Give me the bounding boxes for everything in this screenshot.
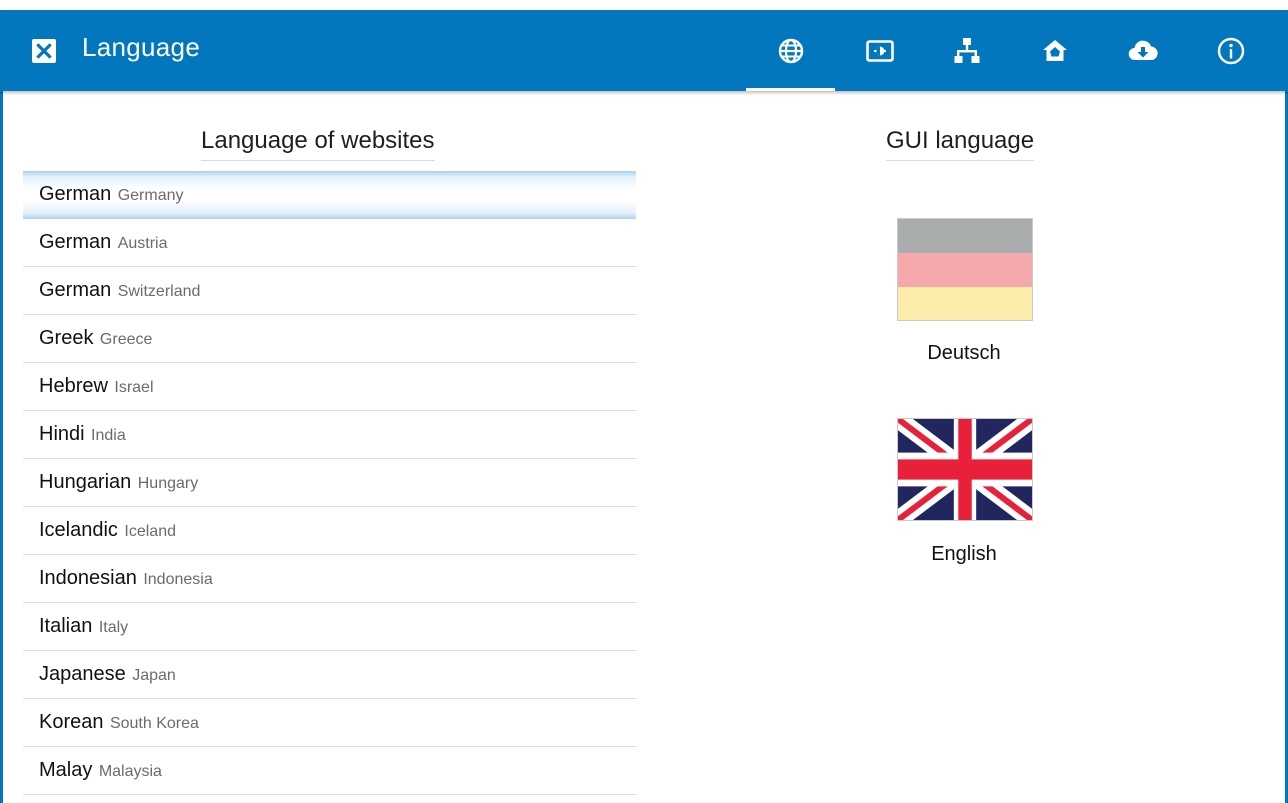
language-list-item[interactable]: Indonesian Indonesia	[23, 555, 636, 603]
language-list-item[interactable]: Italian Italy	[23, 603, 636, 651]
gui-language-heading: GUI language	[886, 127, 1035, 161]
gui-option-english[interactable]	[897, 418, 1033, 521]
language-list-item[interactable]: German Switzerland	[23, 267, 636, 315]
cloud-download-icon[interactable]	[1126, 34, 1160, 68]
language-region: Israel	[114, 379, 154, 396]
language-list-item[interactable]: Hebrew Israel	[23, 363, 636, 411]
language-name: Italian	[39, 615, 93, 637]
uk-flag	[897, 418, 1033, 521]
language-region: Austria	[117, 235, 168, 252]
active-tab-indicator	[746, 88, 835, 91]
language-list-item[interactable]: Korean South Korea	[23, 699, 636, 747]
home-icon[interactable]	[1038, 34, 1072, 68]
language-name: German	[39, 279, 112, 301]
language-list-item[interactable]: Malay Malaysia	[23, 747, 636, 795]
language-name: Japanese	[39, 663, 126, 685]
language-region: Iceland	[124, 523, 176, 540]
language-list-item[interactable]: German Germany	[23, 171, 636, 219]
window-title: Language	[82, 32, 201, 62]
language-region: Greece	[99, 331, 153, 348]
language-name: Korean	[39, 711, 104, 733]
globe-icon[interactable]	[774, 34, 808, 68]
gui-option-label: Deutsch	[927, 342, 1001, 364]
language-list-item[interactable]: Icelandic Iceland	[23, 507, 636, 555]
gui-option-deutsch[interactable]	[897, 218, 1033, 321]
language-window: Language Language of websites German Ger…	[0, 10, 1288, 803]
close-icon	[36, 43, 52, 59]
websites-language-heading: Language of websites	[201, 127, 435, 161]
language-list-item[interactable]: Japanese Japan	[23, 651, 636, 699]
language-region: South Korea	[109, 715, 199, 732]
info-icon[interactable]	[1214, 34, 1248, 68]
language-name: Malay	[39, 759, 93, 781]
language-region: Switzerland	[117, 283, 201, 300]
language-name: Hungarian	[39, 471, 132, 493]
language-list-item[interactable]: German Austria	[23, 219, 636, 267]
language-region: India	[91, 427, 126, 444]
close-button[interactable]	[32, 39, 56, 63]
language-region: Hungary	[137, 475, 199, 492]
display-icon[interactable]	[863, 34, 897, 68]
language-region: Germany	[117, 187, 184, 204]
language-name: German	[39, 183, 112, 205]
germany-flag	[897, 218, 1033, 321]
language-name: Icelandic	[39, 519, 118, 541]
language-list-item[interactable]: Greek Greece	[23, 315, 636, 363]
title-bar: Language	[0, 10, 1288, 91]
language-list-item[interactable]: Hungarian Hungary	[23, 459, 636, 507]
language-name: Greek	[39, 327, 94, 349]
network-icon[interactable]	[950, 34, 984, 68]
language-region: Italy	[98, 619, 129, 636]
language-name: Indonesian	[39, 567, 137, 589]
language-region: Indonesia	[143, 571, 213, 588]
gui-option-label: English	[931, 543, 997, 565]
websites-language-list: German Germany German Austria German Switz…	[23, 171, 636, 795]
language-name: German	[39, 231, 112, 253]
language-name: Hindi	[39, 423, 85, 445]
language-name: Hebrew	[39, 375, 108, 397]
language-region: Malaysia	[98, 763, 162, 780]
language-list-item[interactable]: Hindi India	[23, 411, 636, 459]
language-region: Japan	[132, 667, 176, 684]
